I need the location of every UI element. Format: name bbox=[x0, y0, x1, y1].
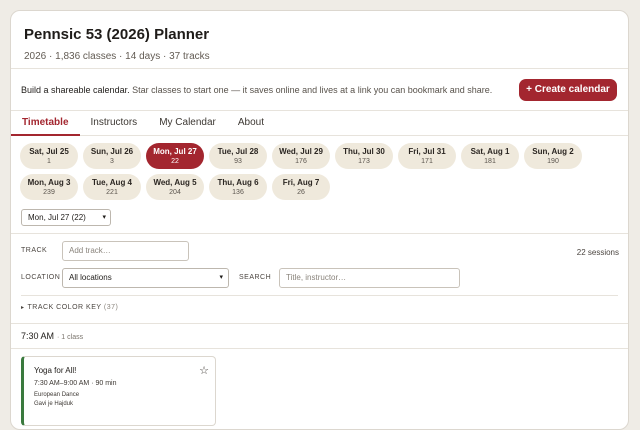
page-subtitle: 2026 · 1,836 classes · 14 days · 37 trac… bbox=[24, 51, 210, 62]
banner-body: Star classes to start one — it saves onl… bbox=[129, 84, 493, 95]
banner-text: Build a shareable calendar. Star classes… bbox=[21, 85, 492, 95]
key-count: (37) bbox=[103, 304, 119, 311]
day-chip[interactable]: Tue, Aug 4 221 bbox=[83, 174, 141, 200]
tab-bar: Timetable Instructors My Calendar About bbox=[11, 111, 628, 136]
day-count: 22 bbox=[171, 158, 179, 165]
day-chip[interactable]: Thu, Jul 30 173 bbox=[335, 143, 393, 169]
day-chip[interactable]: Tue, Jul 28 93 bbox=[209, 143, 267, 169]
create-calendar-banner: Build a shareable calendar. Star classes… bbox=[11, 69, 628, 111]
day-count: 3 bbox=[110, 158, 114, 165]
track-input[interactable]: Add track… bbox=[62, 241, 189, 261]
day-chips: Sat, Jul 25 1 Sun, Jul 26 3 Mon, Jul 27 22 … bbox=[11, 136, 611, 200]
day-label: Sat, Jul 25 bbox=[29, 147, 69, 156]
divider bbox=[11, 323, 628, 324]
divider bbox=[11, 348, 628, 349]
day-chip[interactable]: Sun, Jul 26 3 bbox=[83, 143, 141, 169]
tab-timetable[interactable]: Timetable bbox=[11, 111, 80, 136]
search-input[interactable]: Title, instructor… bbox=[279, 268, 460, 288]
day-chip[interactable]: Fri, Jul 31 171 bbox=[398, 143, 456, 169]
page-title: Pennsic 53 (2026) Planner bbox=[24, 26, 210, 43]
planner-card: Pennsic 53 (2026) Planner 2026 · 1,836 c… bbox=[10, 10, 629, 430]
day-chip[interactable]: Wed, Aug 5 204 bbox=[146, 174, 204, 200]
track-color-key-toggle[interactable]: ▸ TRACK COLOR KEY (37) bbox=[21, 304, 118, 311]
day-count: 93 bbox=[234, 158, 242, 165]
day-label: Mon, Jul 27 bbox=[153, 147, 197, 156]
chevron-down-icon: ▾ bbox=[102, 214, 106, 221]
divider bbox=[11, 233, 628, 234]
page-header: Pennsic 53 (2026) Planner 2026 · 1,836 c… bbox=[11, 11, 628, 69]
day-label: Fri, Jul 31 bbox=[408, 147, 446, 156]
day-select-value: Mon, Jul 27 (22) bbox=[28, 213, 86, 222]
day-count: 221 bbox=[106, 189, 118, 196]
day-label: Tue, Jul 28 bbox=[217, 147, 259, 156]
time-slot-count: · 1 class bbox=[57, 334, 84, 341]
star-outline-icon[interactable]: ☆ bbox=[199, 364, 209, 377]
day-chip[interactable]: Wed, Jul 29 176 bbox=[272, 143, 330, 169]
day-count: 190 bbox=[547, 158, 559, 165]
time-slot-header: 7:30 AM · 1 class bbox=[21, 331, 83, 341]
key-label: TRACK COLOR KEY bbox=[27, 304, 102, 311]
day-chip[interactable]: Thu, Aug 6 136 bbox=[209, 174, 267, 200]
day-count: 1 bbox=[47, 158, 51, 165]
day-chip[interactable]: Fri, Aug 7 26 bbox=[272, 174, 330, 200]
session-card[interactable]: Yoga for All! 7:30 AM–9:00 AM · 90 min E… bbox=[21, 356, 216, 426]
time-slot-time: 7:30 AM bbox=[21, 331, 55, 341]
day-select[interactable]: Mon, Jul 27 (22) ▾ bbox=[21, 209, 111, 226]
day-label: Thu, Jul 30 bbox=[343, 147, 385, 156]
day-count: 26 bbox=[297, 189, 305, 196]
day-label: Thu, Aug 6 bbox=[217, 178, 259, 187]
day-label: Sun, Aug 2 bbox=[532, 147, 574, 156]
session-title: Yoga for All! bbox=[34, 366, 77, 375]
location-select-value: All locations bbox=[69, 273, 112, 282]
divider bbox=[21, 295, 618, 296]
day-chip[interactable]: Sat, Jul 25 1 bbox=[20, 143, 78, 169]
day-count: 204 bbox=[169, 189, 181, 196]
tab-about[interactable]: About bbox=[227, 111, 275, 135]
session-time: 7:30 AM–9:00 AM · 90 min bbox=[34, 380, 117, 387]
day-count: 173 bbox=[358, 158, 370, 165]
day-label: Mon, Aug 3 bbox=[27, 178, 71, 187]
day-chip-selected[interactable]: Mon, Jul 27 22 bbox=[146, 143, 204, 169]
day-count: 239 bbox=[43, 189, 55, 196]
day-label: Sun, Jul 26 bbox=[90, 147, 134, 156]
session-count: 22 sessions bbox=[576, 248, 619, 257]
banner-lead: Build a shareable calendar. bbox=[21, 84, 130, 95]
day-label: Wed, Jul 29 bbox=[279, 147, 323, 156]
day-chip[interactable]: Sat, Aug 1 181 bbox=[461, 143, 519, 169]
search-label: SEARCH bbox=[239, 274, 272, 281]
day-label: Tue, Aug 4 bbox=[92, 178, 132, 187]
day-count: 181 bbox=[484, 158, 496, 165]
day-chip[interactable]: Sun, Aug 2 190 bbox=[524, 143, 582, 169]
tab-instructors[interactable]: Instructors bbox=[80, 111, 149, 135]
location-label: LOCATION bbox=[21, 274, 61, 281]
session-track: European Dance bbox=[34, 392, 80, 398]
day-count: 176 bbox=[295, 158, 307, 165]
day-count: 171 bbox=[421, 158, 433, 165]
day-label: Sat, Aug 1 bbox=[470, 147, 510, 156]
chevron-down-icon: ▾ bbox=[219, 274, 223, 281]
day-count: 136 bbox=[232, 189, 244, 196]
day-chip[interactable]: Mon, Aug 3 239 bbox=[20, 174, 78, 200]
triangle-right-icon: ▸ bbox=[21, 305, 25, 311]
create-calendar-button[interactable]: + Create calendar bbox=[519, 78, 617, 101]
day-label: Fri, Aug 7 bbox=[282, 178, 320, 187]
day-label: Wed, Aug 5 bbox=[153, 178, 197, 187]
track-label: TRACK bbox=[21, 247, 48, 254]
session-instructor: Gavi je Hajduk bbox=[34, 401, 74, 407]
tab-my-calendar[interactable]: My Calendar bbox=[148, 111, 227, 135]
location-select[interactable]: All locations ▾ bbox=[62, 268, 229, 288]
